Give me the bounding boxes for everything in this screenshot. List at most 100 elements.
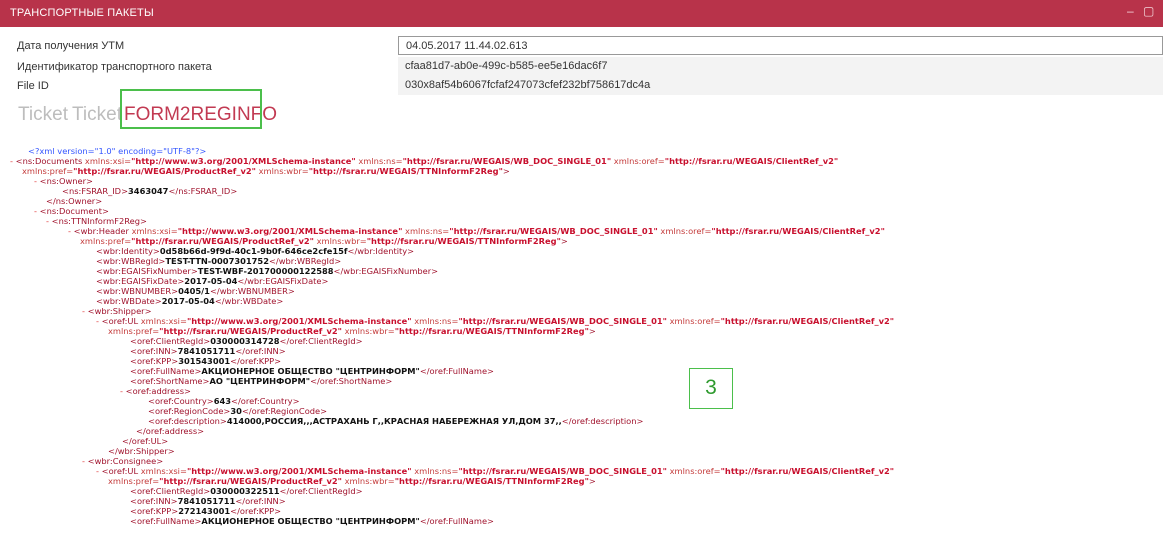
xml-token: </oref:address> xyxy=(136,426,205,436)
annotation-badge: 3 xyxy=(689,368,733,409)
xml-line: <oref:KPP>301543001</oref:KPP> xyxy=(130,356,281,366)
tab-ticket-1[interactable]: Ticket xyxy=(18,104,68,126)
maximize-icon[interactable]: ▢ xyxy=(1143,4,1154,18)
tab-ticket-2[interactable]: Ticket xyxy=(72,104,122,126)
xml-token: xmlns:oref= xyxy=(667,316,721,326)
xml-token: </oref:INN> xyxy=(235,346,286,356)
xml-line: <oref:RegionCode>30</oref:RegionCode> xyxy=(148,406,327,416)
xml-token: 301543001 xyxy=(178,356,231,366)
xml-token: xmlns:ns= xyxy=(355,156,403,166)
xml-token: "http://fsrar.ru/WEGAIS/ClientRef_v2" xyxy=(664,156,839,166)
xml-token: > xyxy=(588,326,596,336)
xml-token: "http://www.w3.org/2001/XMLSchema-instan… xyxy=(186,316,412,326)
xml-line: xmlns:pref="http://fsrar.ru/WEGAIS/Produ… xyxy=(22,166,510,176)
xml-token: xmlns:wbr= xyxy=(342,476,395,486)
xml-token: <wbr:Header xyxy=(73,226,132,236)
xml-token: </oref:Country> xyxy=(231,396,300,406)
xml-token: <ns:Documents xyxy=(15,156,85,166)
xml-token: "http://fsrar.ru/WEGAIS/TTNInformF2Reg" xyxy=(394,476,589,486)
xml-token: 414000,РОССИЯ,,,АСТРАХАНЬ Г,,КРАСНАЯ НАБ… xyxy=(226,416,562,426)
xml-token: xmlns:xsi= xyxy=(84,156,132,166)
xml-token: </wbr:WBNUMBER> xyxy=(209,286,295,296)
xml-token: <oref:RegionCode> xyxy=(148,406,231,416)
xml-token: </oref:INN> xyxy=(235,496,286,506)
xml-token: </oref:ClientRegId> xyxy=(279,486,363,496)
xml-token: <wbr:WBNUMBER> xyxy=(96,286,179,296)
xml-line: <oref:INN>7841051711</oref:INN> xyxy=(130,496,286,506)
xml-token: <oref:INN> xyxy=(130,346,178,356)
xml-token: <oref:UL xyxy=(101,316,141,326)
xml-line: </wbr:Shipper> xyxy=(108,446,175,456)
xml-token: <oref:KPP> xyxy=(130,506,179,516)
xml-line: xmlns:pref="http://fsrar.ru/WEGAIS/Produ… xyxy=(108,326,596,336)
xml-line: <oref:description>414000,РОССИЯ,,,АСТРАХ… xyxy=(148,416,643,426)
xml-line: - <ns:Owner> xyxy=(34,176,93,186)
xml-token: 7841051711 xyxy=(177,496,236,506)
xml-token: </oref:ShortName> xyxy=(310,376,393,386)
xml-token: xmlns:ns= xyxy=(402,226,450,236)
xml-viewer[interactable]: <?xml version="1.0" encoding="UTF-8"?> - … xyxy=(0,146,1163,546)
xml-token: АКЦИОНЕРНОЕ ОБЩЕСТВО "ЦЕНТРИНФОРМ" xyxy=(201,366,420,376)
xml-line: <wbr:WBDate>2017-05-04</wbr:WBDate> xyxy=(96,296,283,306)
xml-token: <ns:TTNInformF2Reg> xyxy=(51,216,147,226)
xml-token: "http://fsrar.ru/WEGAIS/ProductRef_v2" xyxy=(131,236,314,246)
xml-token: xmlns:pref= xyxy=(80,236,132,246)
xml-token: <ns:Document> xyxy=(39,206,109,216)
xml-token: <oref:ClientRegId> xyxy=(130,336,211,346)
field-label: Дата получения УТМ xyxy=(17,40,125,52)
xml-token: > xyxy=(502,166,510,176)
xml-token: "http://fsrar.ru/WEGAIS/ProductRef_v2" xyxy=(159,326,342,336)
xml-line: <wbr:WBRegId>TEST-TTN-0007301752</wbr:WB… xyxy=(96,256,341,266)
xml-token: "http://fsrar.ru/WEGAIS/TTNInformF2Reg" xyxy=(394,326,589,336)
xml-token: <wbr:EGAISFixNumber> xyxy=(96,266,198,276)
xml-line: - <oref:UL xmlns:xsi="http://www.w3.org/… xyxy=(96,466,894,476)
xml-line: </oref:address> xyxy=(136,426,204,436)
xml-token: "http://fsrar.ru/WEGAIS/TTNInformF2Reg" xyxy=(308,166,503,176)
xml-token: "http://fsrar.ru/WEGAIS/ClientRef_v2" xyxy=(711,226,885,236)
xml-token: </wbr:WBRegId> xyxy=(268,256,342,266)
xml-token: </oref:KPP> xyxy=(230,356,282,366)
xml-token: </wbr:Identity> xyxy=(347,246,415,256)
xml-token: <wbr:WBDate> xyxy=(96,296,162,306)
package-id-field[interactable]: cfaa81d7-ab0e-499c-b585-ee5e16dac6f7 xyxy=(398,57,1163,76)
xml-token: xmlns:wbr= xyxy=(256,166,309,176)
tab-highlight-box xyxy=(120,89,262,129)
xml-token: xmlns:xsi= xyxy=(140,466,187,476)
xml-line: xmlns:pref="http://fsrar.ru/WEGAIS/Produ… xyxy=(80,236,568,246)
xml-line: - <oref:UL xmlns:xsi="http://www.w3.org/… xyxy=(96,316,894,326)
xml-line: </oref:UL> xyxy=(122,436,168,446)
xml-line: <wbr:Identity>0d58b66d-9f9d-40c1-9b0f-64… xyxy=(96,246,414,256)
xml-token: 643 xyxy=(213,396,232,406)
xml-token: </oref:ClientRegId> xyxy=(279,336,363,346)
xml-line: - <wbr:Header xmlns:xsi="http://www.w3.o… xyxy=(68,226,885,236)
xml-token: <ns:Owner> xyxy=(39,176,94,186)
xml-line: </ns:Owner> xyxy=(46,196,102,206)
xml-token: xmlns:wbr= xyxy=(342,326,395,336)
xml-line: - <ns:Documents xmlns:xsi="http://www.w3… xyxy=(10,156,838,166)
utm-date-field[interactable]: 04.05.2017 11.44.02.613 xyxy=(398,36,1163,55)
xml-token: "http://www.w3.org/2001/XMLSchema-instan… xyxy=(131,156,356,166)
file-id-field[interactable]: 030x8af54b6067fcfaf247073cfef232bf758617… xyxy=(398,76,1163,95)
window-title: ТРАНСПОРТНЫЕ ПАКЕТЫ xyxy=(10,7,154,19)
xml-token: <wbr:Shipper> xyxy=(87,306,152,316)
xml-line: <oref:ShortName>АО "ЦЕНТРИНФОРМ"</oref:S… xyxy=(130,376,392,386)
xml-line: <oref:KPP>272143001</oref:KPP> xyxy=(130,506,281,516)
xml-token: "http://fsrar.ru/WEGAIS/TTNInformF2Reg" xyxy=(366,236,561,246)
xml-token: 7841051711 xyxy=(177,346,236,356)
xml-token: xmlns:pref= xyxy=(22,166,74,176)
xml-token: </ns:Owner> xyxy=(46,196,103,206)
xml-token: </oref:FullName> xyxy=(419,516,495,526)
xml-token: "http://fsrar.ru/WEGAIS/ProductRef_v2" xyxy=(73,166,256,176)
xml-token: xmlns:xsi= xyxy=(131,226,178,236)
xml-token: <oref:FullName> xyxy=(130,366,202,376)
xml-token: 2017-05-04 xyxy=(184,276,238,286)
xml-line: - <ns:TTNInformF2Reg> xyxy=(46,216,147,226)
xml-token: <oref:Country> xyxy=(148,396,214,406)
xml-token: TEST-TTN-0007301752 xyxy=(165,256,269,266)
xml-token: "http://fsrar.ru/WEGAIS/ClientRef_v2" xyxy=(720,466,895,476)
xml-token: <wbr:Identity> xyxy=(96,246,160,256)
xml-token: xmlns:xsi= xyxy=(140,316,187,326)
minimize-icon[interactable]: – xyxy=(1127,4,1134,18)
xml-token: <ns:FSRAR_ID> xyxy=(62,186,129,196)
xml-token: "http://fsrar.ru/WEGAIS/WB_DOC_SINGLE_01… xyxy=(458,466,667,476)
